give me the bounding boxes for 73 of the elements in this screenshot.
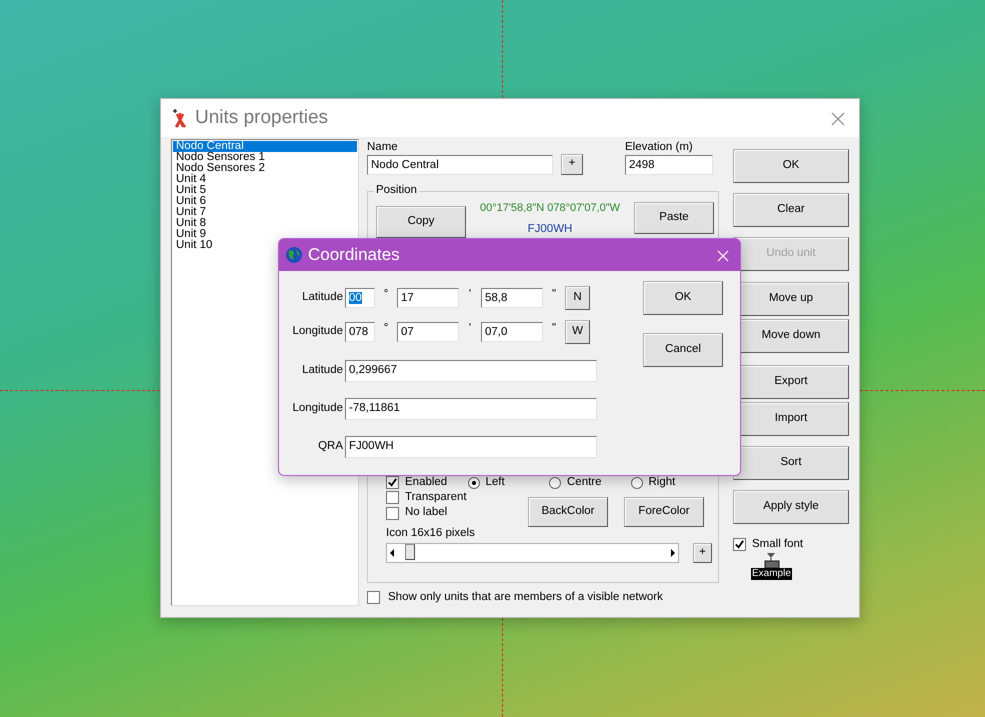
dialog-button[interactable]: Sort xyxy=(733,446,849,480)
locator-text: FJ00WH xyxy=(528,222,572,237)
option-label: Enabled xyxy=(405,476,448,490)
radio-button[interactable] xyxy=(549,476,561,489)
degrees-field[interactable]: 00 xyxy=(345,288,375,308)
checkbox[interactable] xyxy=(386,506,399,520)
paste-button[interactable]: Paste xyxy=(634,202,714,234)
unit-list-item[interactable]: Unit 7 xyxy=(173,207,357,218)
dialog-button[interactable]: Apply style xyxy=(733,490,849,524)
dialog-button[interactable]: OK xyxy=(733,149,849,183)
unit-list-item[interactable]: Unit 9 xyxy=(173,229,357,240)
field-label: Longitude xyxy=(291,402,343,416)
option-label: Transparent xyxy=(405,490,467,504)
radio-button[interactable] xyxy=(468,476,480,489)
checkbox-label: Small font xyxy=(752,538,804,552)
window-title: Coordinates xyxy=(308,244,400,266)
decimal-field[interactable]: 0,299667 xyxy=(345,360,597,382)
unit-list-item[interactable]: Nodo Sensores 1 xyxy=(173,152,357,163)
option-label: No label xyxy=(405,506,448,520)
field-label: QRA xyxy=(317,440,343,454)
minutes-field[interactable]: 17 xyxy=(397,288,459,308)
degree-sign: ° xyxy=(382,288,390,302)
checkbox[interactable] xyxy=(386,490,399,504)
example-label: Example xyxy=(751,568,792,580)
unit-list-item[interactable]: Nodo Central xyxy=(173,141,357,152)
hemisphere-button[interactable]: W xyxy=(565,320,590,344)
unit-list-item[interactable]: Unit 6 xyxy=(173,196,357,207)
hemisphere-button[interactable]: N xyxy=(565,286,590,310)
degree-sign: ° xyxy=(382,322,390,336)
option-label: Left xyxy=(486,476,505,490)
window-title: Units properties xyxy=(195,106,328,130)
dialog-button[interactable]: Cancel xyxy=(643,333,723,367)
field-label: Longitude xyxy=(291,325,343,339)
unit-list-item[interactable]: Nodo Sensores 2 xyxy=(173,163,357,174)
checkbox[interactable] xyxy=(733,538,746,552)
option-label: Centre xyxy=(567,476,602,490)
field-label: Latitude xyxy=(301,291,343,305)
decimal-field[interactable]: FJ00WH xyxy=(345,436,597,458)
unit-list-item[interactable]: Unit 4 xyxy=(173,174,357,185)
slider-thumb[interactable] xyxy=(405,544,416,560)
checkbox[interactable] xyxy=(386,476,399,490)
dialog-button[interactable]: Clear xyxy=(733,193,849,227)
add-button[interactable]: + xyxy=(693,543,712,564)
seconds-field[interactable]: 07,0 xyxy=(481,322,543,342)
back-color-button[interactable]: BackColor xyxy=(528,496,608,527)
minute-sign: ' xyxy=(468,322,472,336)
globe-icon xyxy=(285,246,303,264)
unit-list-item[interactable]: Unit 5 xyxy=(173,185,357,196)
name-field[interactable]: Nodo Central xyxy=(367,154,553,175)
checkbox[interactable] xyxy=(367,591,380,604)
copy-button[interactable]: Copy xyxy=(376,206,466,238)
radio-button[interactable] xyxy=(630,476,642,489)
checkbox-label: Show only units that are members of a visible network xyxy=(388,590,663,605)
app-icon xyxy=(171,108,189,128)
second-sign: " xyxy=(550,288,558,302)
icon-size-label: Icon 16x16 pixels xyxy=(386,526,476,540)
fore-color-button[interactable]: ForeColor xyxy=(624,496,704,527)
coordinates-text: 00°17'58,8"N 078°07'07,0"W xyxy=(480,202,620,215)
elevation-label: Elevation (m) xyxy=(625,141,694,155)
name-label: Name xyxy=(367,141,399,155)
degrees-field[interactable]: 078 xyxy=(345,322,375,342)
elevation-field[interactable]: 2498 xyxy=(625,154,713,175)
option-label: Right xyxy=(648,476,676,490)
dialog-button[interactable]: OK xyxy=(643,281,723,315)
add-button[interactable]: + xyxy=(561,154,583,175)
decimal-field[interactable]: -78,11861 xyxy=(345,398,597,420)
unit-list-item[interactable]: Unit 8 xyxy=(173,218,357,229)
seconds-field[interactable]: 58,8 xyxy=(481,288,543,308)
field-label: Latitude xyxy=(301,364,343,378)
second-sign: " xyxy=(550,322,558,336)
minutes-field[interactable]: 07 xyxy=(397,322,459,342)
icon-size-slider[interactable] xyxy=(386,543,679,564)
minute-sign: ' xyxy=(468,288,472,302)
